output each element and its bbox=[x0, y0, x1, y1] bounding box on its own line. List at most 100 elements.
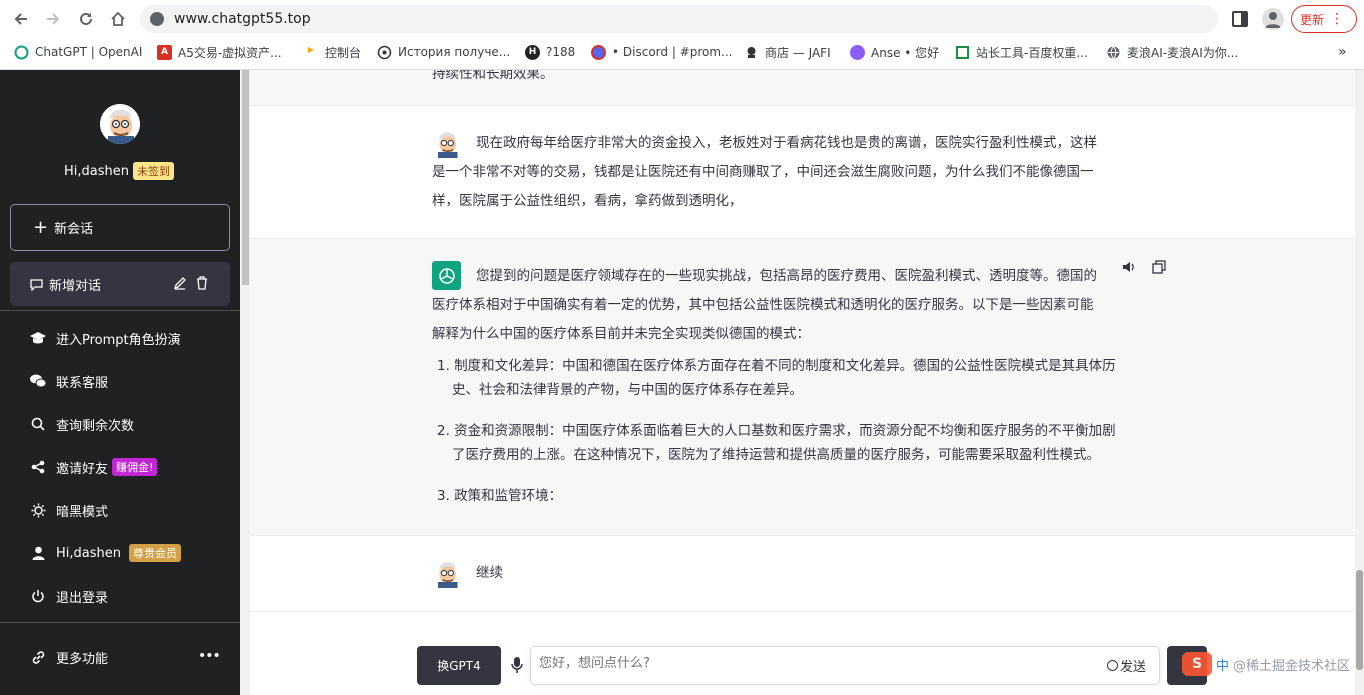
user-greeting: Hi,dashen 未签到 bbox=[64, 162, 174, 180]
microphone-icon bbox=[511, 657, 523, 673]
kebab-menu-icon: ⋮ bbox=[1330, 11, 1345, 27]
update-button[interactable]: 更新 ⋮ bbox=[1291, 5, 1357, 33]
assistant-message: 您提到的问题是医疗领域存在的一些现实挑战，包括高昂的医疗费用、医院盈利模式、透明… bbox=[250, 239, 1355, 536]
discord-icon bbox=[591, 44, 606, 60]
chat-input-box[interactable]: 发送 bbox=[530, 646, 1160, 685]
sidepanel-button[interactable] bbox=[1232, 11, 1248, 27]
bookmark-label: 控制台 bbox=[325, 45, 362, 60]
url-text: www.chatgpt55.top bbox=[174, 11, 311, 27]
switch-model-button[interactable]: 换GPT4 bbox=[417, 646, 501, 685]
watermark-text: @稀土掘金技术社区 bbox=[1233, 658, 1351, 674]
reload-icon bbox=[80, 12, 92, 25]
menu-label: 联系客服 bbox=[56, 375, 109, 391]
conversation-item[interactable]: 新增对话 bbox=[10, 262, 230, 306]
list-item: 3. 政策和监管环境： bbox=[437, 484, 1197, 508]
watermark: S 中 @稀土掘金技术社区 bbox=[1182, 652, 1350, 676]
sidebar-divider bbox=[0, 622, 250, 623]
send-label: 发送 bbox=[1120, 660, 1147, 675]
back-button[interactable] bbox=[8, 6, 34, 32]
anse-icon bbox=[850, 44, 865, 60]
text-line: 样，医院属于公益性组织，看病，拿药做到透明化， bbox=[432, 193, 743, 209]
sidebar-item-more-features[interactable]: 更多功能 bbox=[30, 646, 108, 668]
text-line: 2. 资金和资源限制：中国医疗体系面临着巨大的人口基数和医疗需求，而资源分配不均… bbox=[437, 423, 1116, 439]
browser-toolbar: www.chatgpt55.top 更新 ⋮ ChatGPT | OpenAI … bbox=[0, 0, 1364, 70]
sidebar-item-remaining-count[interactable]: 查询剩余次数 bbox=[30, 413, 134, 435]
a5-icon: A bbox=[157, 44, 172, 60]
sidepanel-icon bbox=[1241, 13, 1246, 25]
home-button[interactable] bbox=[105, 6, 131, 32]
avatar bbox=[100, 104, 140, 144]
power-icon bbox=[30, 588, 46, 604]
bookmarks-overflow-button[interactable]: » bbox=[1338, 38, 1347, 66]
chat-area: 持续性和长期效果。 现在政府每年给医疗非常大的资金投入，老板姓对于看病花钱也是贵… bbox=[250, 70, 1355, 695]
sidebar-item-account[interactable]: Hi,dashen 尊贵会员 bbox=[30, 542, 181, 564]
sidebar-item-contact-support[interactable]: 联系客服 bbox=[30, 370, 108, 392]
assistant-message-previous: 持续性和长期效果。 bbox=[250, 70, 1355, 106]
trash-icon bbox=[197, 276, 207, 290]
signin-badge[interactable]: 未签到 bbox=[133, 162, 174, 180]
conversation-title: 新增对话 bbox=[49, 278, 102, 294]
bookmark-item[interactable]: H ?188 bbox=[525, 38, 575, 66]
edit-conversation-button[interactable] bbox=[173, 276, 189, 292]
send-icon bbox=[1107, 660, 1118, 671]
forward-button[interactable] bbox=[40, 6, 66, 32]
text-line: 医疗体系相对于中国确实有着一定的优势，其中包括公益性医院模式和透明化的医疗服务。… bbox=[432, 297, 1094, 313]
menu-label: 查询剩余次数 bbox=[56, 418, 135, 434]
site-info-icon[interactable] bbox=[150, 12, 164, 26]
reload-button[interactable] bbox=[73, 6, 99, 32]
profile-icon bbox=[1265, 12, 1281, 28]
more-dots-icon: ••• bbox=[198, 648, 221, 664]
more-options-button[interactable]: ••• bbox=[198, 648, 221, 664]
commission-badge: 赚佣金! bbox=[112, 458, 158, 476]
bookmark-label: ?188 bbox=[546, 45, 576, 59]
csdn-logo-icon: S bbox=[1182, 652, 1212, 676]
continue-message-text: 继续 bbox=[476, 565, 503, 581]
search-icon bbox=[30, 416, 46, 432]
h-icon: H bbox=[525, 44, 540, 60]
sidebar-item-prompt-roleplay[interactable]: 进入Prompt角色扮演 bbox=[30, 327, 181, 349]
bookmark-item[interactable]: 控制台 bbox=[304, 38, 361, 66]
bookmark-item[interactable]: ChatGPT | OpenAI bbox=[14, 38, 142, 66]
new-chat-button[interactable]: + 新会话 bbox=[10, 204, 230, 251]
sidebar-item-dark-mode[interactable]: 暗黑模式 bbox=[30, 499, 108, 521]
bookmark-label: Anse • 您好 bbox=[871, 45, 940, 60]
bookmark-item[interactable]: 商店 — JAFI bbox=[744, 38, 831, 66]
bookmark-item[interactable]: История получе... bbox=[377, 38, 510, 66]
sidebar-scrollbar-thumb[interactable] bbox=[242, 70, 249, 285]
home-icon bbox=[111, 11, 125, 26]
profile-button[interactable] bbox=[1262, 8, 1284, 30]
bookmark-label: • Discord | #prom... bbox=[612, 45, 733, 59]
text-line: 解释为什么中国的医疗体系目前并未完全实现类似德国的模式： bbox=[432, 326, 810, 342]
send-button[interactable]: 发送 bbox=[1107, 656, 1146, 675]
page-scrollbar-thumb[interactable] bbox=[1356, 570, 1363, 670]
shop-icon bbox=[744, 45, 759, 60]
list-item: 2. 资金和资源限制：中国医疗体系面临着巨大的人口基数和医疗需求，而资源分配不均… bbox=[437, 419, 1197, 467]
bookmark-item[interactable]: • Discord | #prom... bbox=[591, 38, 733, 66]
menu-label: 邀请好友 bbox=[56, 461, 109, 477]
address-bar[interactable]: www.chatgpt55.top bbox=[140, 5, 1218, 33]
text-line: 是一个非常不对等的交易，钱都是让医院还有中间商赚取了，中间还会滋生腐败问题，为什… bbox=[432, 164, 1094, 180]
clipped-message-text: 持续性和长期效果。 bbox=[432, 70, 554, 82]
user-icon bbox=[30, 545, 46, 561]
more-bookmarks-label: » bbox=[1338, 44, 1347, 60]
bookmark-item[interactable]: 麦浪AI-麦浪AI为你... bbox=[1106, 38, 1238, 66]
bookmark-label: 商店 — JAFI bbox=[765, 45, 831, 60]
share-icon bbox=[30, 459, 46, 475]
sidebar-item-logout[interactable]: 退出登录 bbox=[30, 585, 108, 607]
chat-bubble-icon bbox=[30, 278, 43, 291]
sidebar-item-invite-friends[interactable]: 邀请好友 赚佣金! bbox=[30, 456, 158, 478]
openai-icon bbox=[14, 45, 29, 60]
arrow-left-icon bbox=[14, 13, 27, 25]
vip-badge: 尊贵会员 bbox=[129, 544, 181, 562]
user-message: 现在政府每年给医疗非常大的资金投入，老板姓对于看病花钱也是贵的离谱，医院实行盈利… bbox=[250, 106, 1355, 239]
bookmark-label: История получе... bbox=[398, 45, 511, 59]
cartoon-avatar-icon bbox=[100, 104, 140, 144]
bookmark-item[interactable]: Anse • 您好 bbox=[850, 38, 939, 66]
delete-conversation-button[interactable] bbox=[195, 276, 211, 292]
plus-icon: + bbox=[33, 216, 49, 238]
bookmark-item[interactable]: 站长工具-百度权重... bbox=[955, 38, 1088, 66]
chat-input[interactable] bbox=[539, 656, 1079, 671]
voice-input-button[interactable] bbox=[510, 656, 524, 674]
switch-model-label: 换GPT4 bbox=[437, 659, 481, 673]
bookmark-item[interactable]: A A5交易-虚拟资产... bbox=[157, 38, 282, 66]
